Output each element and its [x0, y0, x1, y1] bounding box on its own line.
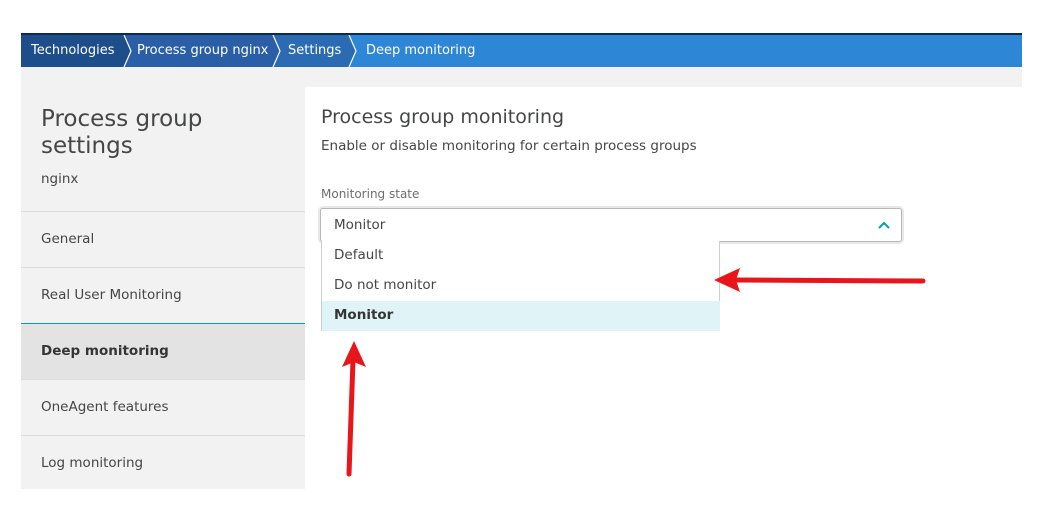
sidebar-item-label: Deep monitoring: [41, 343, 169, 359]
chevron-up-icon: [878, 221, 890, 229]
breadcrumb-technologies[interactable]: Technologies: [31, 35, 115, 67]
breadcrumb-process-group[interactable]: Process group nginx: [137, 35, 268, 67]
arrow-up-annotation: [342, 341, 366, 477]
sidebar-item-label: General: [41, 231, 95, 247]
sidebar-item-label: OneAgent features: [41, 399, 169, 415]
monitoring-state-dropdown: Default Do not monitor Monitor: [321, 241, 720, 331]
monitoring-state-select[interactable]: Monitor: [320, 208, 902, 242]
breadcrumb: Technologies Process group nginx Setting…: [21, 33, 1022, 67]
sidebar-item-general[interactable]: General: [21, 211, 305, 267]
sidebar-item-real-user-monitoring[interactable]: Real User Monitoring: [21, 267, 305, 323]
option-do-not-monitor[interactable]: Do not monitor: [322, 271, 720, 301]
sidebar-item-log-monitoring[interactable]: Log monitoring: [21, 435, 305, 491]
breadcrumb-deep-monitoring: Deep monitoring: [366, 43, 476, 58]
sidebar-title: Process group settings: [41, 106, 203, 159]
select-value: Monitor: [334, 217, 386, 233]
option-default[interactable]: Default: [322, 241, 720, 271]
breadcrumb-settings[interactable]: Settings: [288, 35, 341, 67]
sidebar-subtitle: nginx: [41, 171, 79, 187]
arrow-left-annotation: [714, 268, 926, 292]
page-description: Enable or disable monitoring for certain…: [321, 138, 697, 154]
header-strip: [21, 67, 1022, 87]
sidebar-item-label: Real User Monitoring: [41, 287, 182, 303]
sidebar: Process group settings nginx General Rea…: [21, 87, 305, 489]
sidebar-item-label: Log monitoring: [41, 455, 144, 471]
option-monitor[interactable]: Monitor: [322, 301, 720, 331]
sidebar-item-deep-monitoring[interactable]: Deep monitoring: [21, 323, 305, 379]
page-title: Process group monitoring: [321, 106, 565, 128]
sidebar-item-oneagent-features[interactable]: OneAgent features: [21, 379, 305, 435]
monitoring-state-label: Monitoring state: [321, 187, 420, 201]
